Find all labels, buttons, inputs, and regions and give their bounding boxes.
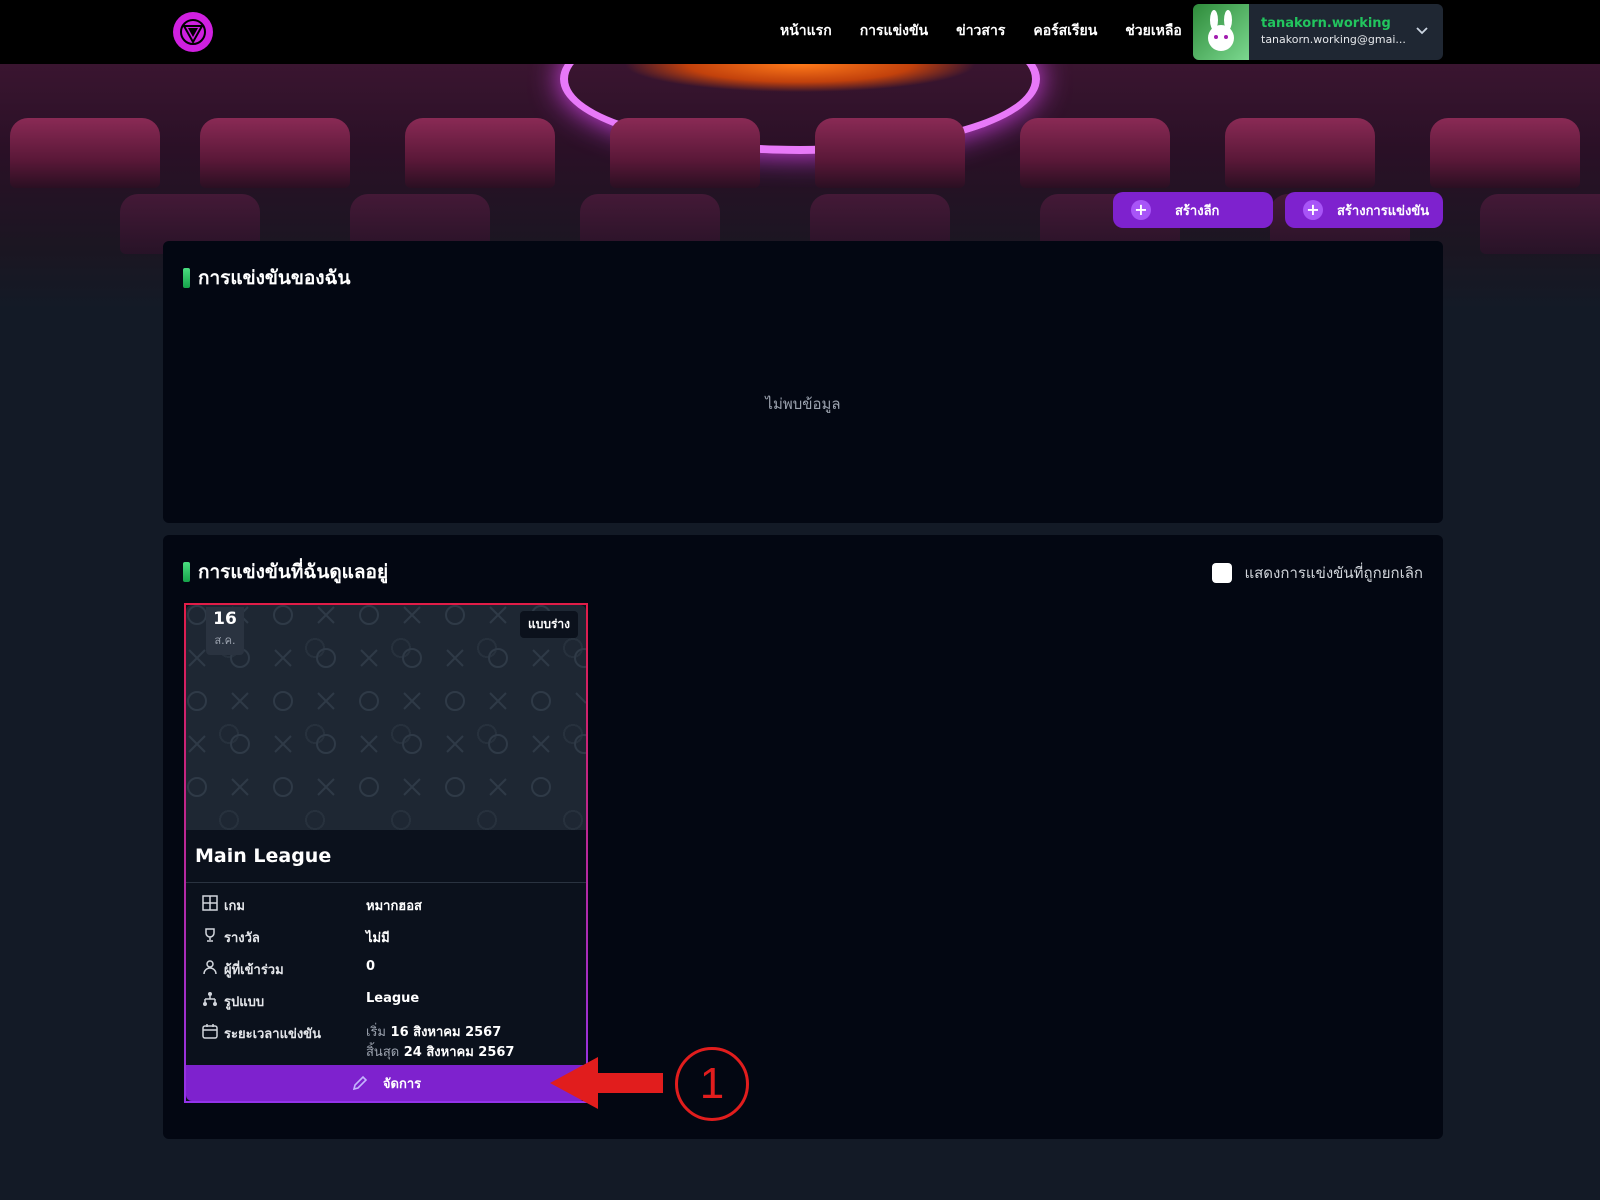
- info-value: 0: [366, 959, 376, 974]
- seat: [200, 118, 350, 188]
- red-arrow-icon: [550, 1057, 663, 1109]
- seat: [1225, 118, 1375, 188]
- create-league-button[interactable]: + สร้างลีก: [1113, 192, 1273, 228]
- xo-pattern: [187, 605, 586, 797]
- seat: [1430, 118, 1580, 188]
- info-label: ระยะเวลาแข่งขัน: [224, 1027, 321, 1042]
- seat: [1020, 118, 1170, 188]
- my-tournaments-title: การแข่งขันของฉัน: [198, 267, 351, 289]
- create-tournament-button[interactable]: + สร้างการแข่งขัน: [1285, 192, 1443, 228]
- create-tournament-label: สร้างการแข่งขัน: [1337, 203, 1430, 219]
- top-nav: หน้าแรก การแข่งขัน ข่าวสาร คอร์สเรียน ช่…: [0, 0, 1600, 64]
- title-marker: [183, 562, 190, 582]
- create-league-label: สร้างลีก: [1175, 203, 1220, 219]
- chevron-down-icon[interactable]: [1415, 23, 1429, 37]
- date-badge: 16 ส.ค.: [206, 607, 244, 655]
- plus-circle-icon: +: [1303, 200, 1323, 220]
- nav-link-tournaments[interactable]: การแข่งขัน: [860, 20, 928, 42]
- info-row-game: เกม หมากฮอส: [202, 895, 422, 916]
- info-label: ผู้ที่เข้าร่วม: [224, 963, 284, 978]
- plus-circle-icon: +: [1131, 200, 1151, 220]
- nav-link-home[interactable]: หน้าแรก: [780, 20, 832, 42]
- card-cover-image: 16 ส.ค. แบบร่าง: [186, 605, 586, 830]
- my-tournaments-panel: การแข่งขันของฉัน ไม่พบข้อมูล: [163, 241, 1443, 523]
- status-badge: แบบร่าง: [519, 611, 578, 638]
- tournament-card[interactable]: 16 ส.ค. แบบร่าง Main League เกม หมากฮอส …: [184, 603, 588, 1103]
- game-icon: [202, 895, 224, 916]
- info-value: หมากฮอส: [366, 899, 422, 914]
- nav-link-news[interactable]: ข่าวสาร: [956, 20, 1005, 42]
- user-name: tanakorn.working: [1261, 16, 1391, 31]
- seat: [610, 118, 760, 188]
- seat: [815, 118, 965, 188]
- manage-label: จัดการ: [382, 1076, 422, 1092]
- info-label: รูปแบบ: [224, 995, 265, 1010]
- avatar: [1193, 4, 1249, 60]
- date-month: ส.ค.: [214, 634, 236, 647]
- info-row-prize: รางวัล ไม่มี: [202, 927, 390, 948]
- info-value: ไม่มี: [366, 931, 390, 946]
- info-value: League: [366, 991, 420, 1006]
- period-end-value: 24 สิงหาคม 2567: [403, 1045, 515, 1060]
- user-menu[interactable]: tanakorn.working tanakorn.working@gmai..…: [1193, 4, 1443, 60]
- managed-tournaments-title: การแข่งขันที่ฉันดูแลอยู่: [198, 561, 389, 583]
- divider: [186, 882, 586, 883]
- nav-link-help[interactable]: ช่วยเหลือ: [1125, 20, 1182, 42]
- card-title: Main League: [195, 845, 332, 867]
- logo-icon[interactable]: [173, 12, 213, 52]
- title-marker: [183, 268, 190, 288]
- date-day: 16: [213, 609, 237, 629]
- seat: [405, 118, 555, 188]
- info-row-period: ระยะเวลาแข่งขัน เริ่ม 16 สิงหาคม 2567 สิ…: [202, 1023, 514, 1063]
- period-start-label: เริ่ม: [366, 1025, 386, 1040]
- bracket-icon: [202, 991, 224, 1012]
- show-cancelled-toggle[interactable]: แสดงการแข่งขันที่ถูกยกเลิก: [1212, 561, 1423, 585]
- period-end-label: สิ้นสุด: [366, 1045, 400, 1060]
- trophy-icon: [202, 927, 224, 948]
- info-label: รางวัล: [224, 931, 260, 946]
- show-cancelled-label: แสดงการแข่งขันที่ถูกยกเลิก: [1244, 564, 1423, 582]
- seat: [10, 118, 160, 188]
- user-email: tanakorn.working@gmai...: [1261, 33, 1406, 46]
- pencil-icon: [352, 1075, 368, 1091]
- user-icon: [202, 959, 224, 980]
- calendar-icon: [202, 1023, 224, 1063]
- info-row-participants: ผู้ที่เข้าร่วม 0: [202, 959, 375, 980]
- step-number-badge: 1: [675, 1047, 749, 1121]
- empty-state: ไม่พบข้อมูล: [765, 395, 841, 413]
- period-start-value: 16 สิงหาคม 2567: [390, 1025, 502, 1040]
- panel-title: การแข่งขันของฉัน: [183, 263, 350, 293]
- panel-title: การแข่งขันที่ฉันดูแลอยู่: [183, 557, 388, 587]
- manage-button[interactable]: จัดการ: [186, 1065, 586, 1101]
- nav-links: หน้าแรก การแข่งขัน ข่าวสาร คอร์สเรียน ช่…: [780, 18, 1182, 44]
- seat: [1480, 194, 1600, 254]
- info-label: เกม: [224, 899, 245, 914]
- info-row-format: รูปแบบ League: [202, 991, 419, 1012]
- nav-link-courses[interactable]: คอร์สเรียน: [1033, 20, 1097, 42]
- show-cancelled-checkbox[interactable]: [1212, 563, 1233, 583]
